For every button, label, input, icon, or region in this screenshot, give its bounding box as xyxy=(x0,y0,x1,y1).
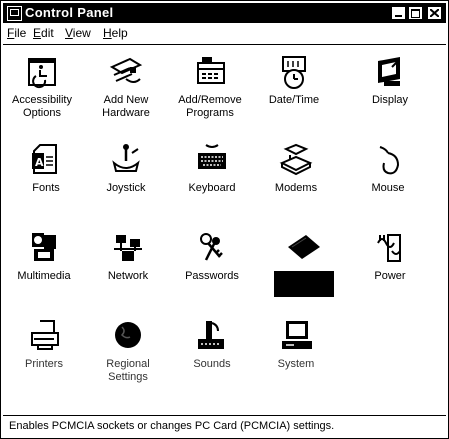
control-panel-window: Control Panel File Edit View Help Access… xyxy=(0,0,449,439)
fonts-icon: A xyxy=(32,144,57,174)
menu-bar: File Edit View Help xyxy=(3,24,446,42)
minimize-button[interactable] xyxy=(391,6,406,20)
maximize-button[interactable] xyxy=(408,6,423,20)
network-icon xyxy=(114,235,142,261)
modems-icon xyxy=(279,143,313,176)
item-accessibility-options[interactable]: Accessibility Options xyxy=(1,53,83,120)
pc-card-icon xyxy=(288,235,320,259)
svg-text:A: A xyxy=(35,156,44,169)
item-fonts[interactable]: A Fonts xyxy=(5,141,87,195)
menu-file[interactable]: File xyxy=(7,26,26,40)
close-button[interactable] xyxy=(427,6,442,20)
mouse-icon xyxy=(379,146,400,175)
title-bar[interactable]: Control Panel xyxy=(3,3,446,23)
joystick-icon xyxy=(112,144,140,172)
item-add-remove-programs[interactable]: Add/Remove Programs xyxy=(169,53,251,120)
item-network[interactable]: Network xyxy=(87,229,169,283)
menu-view[interactable]: View xyxy=(65,26,91,40)
item-date-time[interactable]: Date/Time xyxy=(253,53,335,107)
keyboard-icon xyxy=(198,144,226,169)
date-time-icon xyxy=(282,56,306,89)
item-sounds[interactable]: Sounds xyxy=(171,317,253,371)
system-icon xyxy=(282,321,312,349)
power-icon xyxy=(377,234,401,262)
status-text: Enables PCMCIA sockets or changes PC Car… xyxy=(9,420,335,432)
close-icon xyxy=(430,9,439,17)
menu-edit[interactable]: Edit xyxy=(33,26,54,40)
item-power[interactable]: Power xyxy=(349,229,431,283)
window-title: Control Panel xyxy=(25,5,114,20)
item-system[interactable]: System xyxy=(255,317,337,371)
selected-label-highlight xyxy=(274,271,334,297)
icon-view: Accessibility Options Add New Hardware Add… xyxy=(3,44,446,412)
item-joystick[interactable]: Joystick xyxy=(85,141,167,195)
accessibility-icon xyxy=(28,58,56,89)
item-display[interactable]: Display xyxy=(349,53,431,107)
item-regional-settings[interactable]: Regional Settings xyxy=(87,317,169,384)
item-printers[interactable]: Printers xyxy=(3,317,85,371)
sounds-icon xyxy=(198,321,224,349)
passwords-icon xyxy=(200,233,223,261)
menu-help[interactable]: Help xyxy=(103,26,128,40)
display-icon xyxy=(378,57,400,86)
add-remove-programs-icon xyxy=(197,57,225,84)
regional-settings-icon xyxy=(115,322,141,348)
item-pc-card-selected[interactable] xyxy=(263,229,345,297)
control-panel-icon xyxy=(7,6,22,21)
multimedia-icon xyxy=(32,233,56,261)
item-passwords[interactable]: Passwords xyxy=(171,229,253,283)
status-bar: Enables PCMCIA sockets or changes PC Car… xyxy=(3,415,446,436)
item-modems[interactable]: Modems xyxy=(255,141,337,195)
item-multimedia[interactable]: Multimedia xyxy=(3,229,85,283)
add-hardware-icon xyxy=(109,57,143,83)
item-keyboard[interactable]: Keyboard xyxy=(171,141,253,195)
item-mouse[interactable]: Mouse xyxy=(347,141,429,195)
printers-icon xyxy=(31,320,59,350)
item-add-new-hardware[interactable]: Add New Hardware xyxy=(85,53,167,120)
